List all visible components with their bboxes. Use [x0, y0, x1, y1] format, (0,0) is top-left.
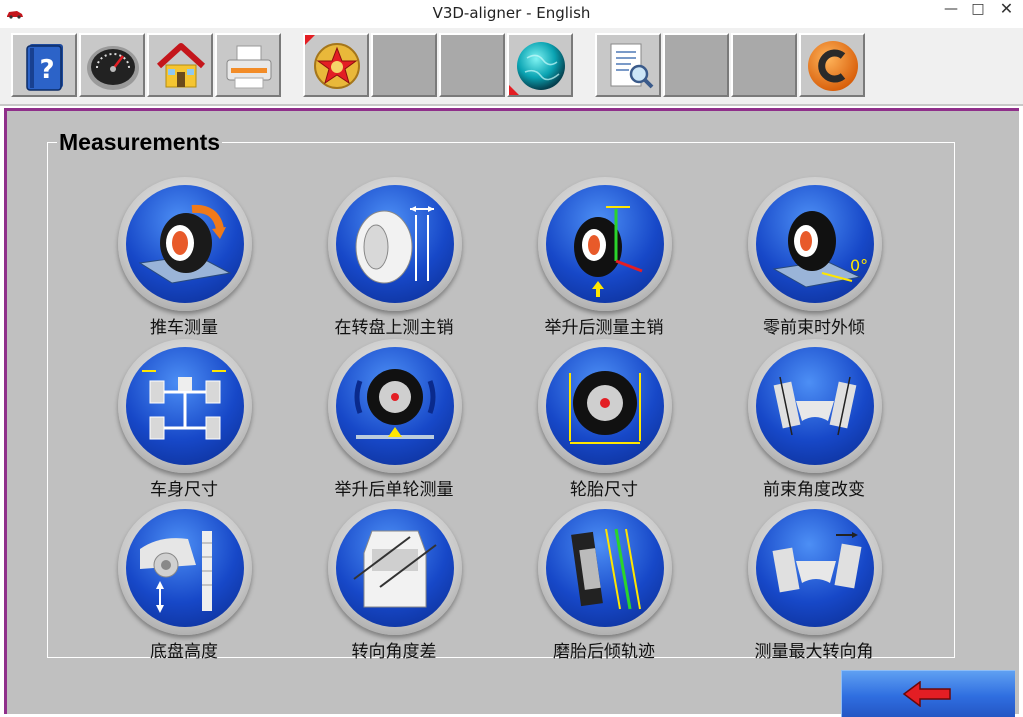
toolbar: ? [0, 28, 1023, 104]
empty-tool-slot [663, 33, 729, 97]
tile-label: 推车测量 [150, 318, 218, 338]
tile-label: 转向角度差 [351, 642, 437, 662]
measure-tile-turntable-kingpin[interactable]: 在转盘上测主销 [289, 177, 499, 339]
dashboard-button[interactable] [79, 33, 145, 97]
tile-label: 前束角度改变 [763, 480, 865, 500]
back-arrow-icon [902, 681, 951, 707]
print-button[interactable] [215, 33, 281, 97]
runout-caster-trace-icon [571, 528, 641, 610]
zero-toe-camber-icon: 0° [772, 211, 868, 288]
tile-label: 在转盘上测主销 [334, 318, 454, 338]
tile-label: 底盘高度 [150, 642, 218, 662]
help-book-icon: ? [26, 44, 63, 91]
measure-tile-toe-change[interactable]: 前束角度改变 [709, 339, 919, 501]
main-panel: Measurements 推车测量 在转盘上测主销 举升后测量主销 0° 零前束… [4, 108, 1019, 717]
title-bar: V3D-aligner - English — □ ✕ [0, 0, 1023, 29]
close-button[interactable]: ✕ [990, 0, 1023, 20]
report-button[interactable] [595, 33, 661, 97]
lifted-single-wheel-icon [354, 369, 436, 439]
measure-tile-max-steer-angle[interactable]: 测量最大转向角 [709, 501, 919, 663]
star-badge-icon [314, 43, 360, 89]
empty-tool-slot [731, 33, 797, 97]
lifted-kingpin-icon [574, 206, 643, 297]
measure-tile-tire-size[interactable]: 轮胎尺寸 [499, 339, 709, 501]
tile-label: 测量最大转向角 [754, 642, 874, 662]
steering-angle-diff-icon [353, 530, 437, 608]
home-icon [156, 43, 206, 88]
svg-text:0°: 0° [850, 256, 868, 275]
maximize-button[interactable]: □ [965, 0, 991, 20]
turntable-kingpin-icon [355, 206, 434, 284]
toolbar-divider [0, 104, 1023, 106]
measure-tile-lifted-kingpin[interactable]: 举升后测量主销 [499, 177, 709, 339]
help-button[interactable]: ? [11, 33, 77, 97]
empty-tool-slot [439, 33, 505, 97]
measure-tile-push-car[interactable]: 推车测量 [79, 177, 289, 339]
measure-tile-lifted-single-wheel[interactable]: 举升后单轮测量 [289, 339, 499, 501]
report-search-icon [610, 43, 654, 89]
globe-button[interactable] [507, 33, 573, 97]
tile-label: 零前束时外倾 [763, 318, 865, 338]
tire-size-icon [569, 371, 641, 444]
svg-text:?: ? [39, 55, 54, 85]
empty-tool-slot [371, 33, 437, 97]
toolbar-group-left: ? [11, 33, 281, 101]
tile-label: 磨胎后倾轨迹 [553, 642, 655, 662]
ride-height-icon [140, 531, 212, 613]
printer-icon [226, 45, 272, 89]
toe-change-icon [773, 376, 857, 436]
measure-tile-zero-toe-camber[interactable]: 0° 零前束时外倾 [709, 177, 919, 339]
tile-label: 轮胎尺寸 [570, 480, 638, 500]
speedometer-icon [87, 46, 139, 90]
tile-label: 车身尺寸 [150, 480, 218, 500]
group-title: Measurements [57, 129, 223, 156]
toolbar-group-middle [303, 33, 573, 101]
c-logo-icon [808, 41, 858, 91]
toolbar-group-right [595, 33, 865, 101]
measure-tile-steering-angle-diff[interactable]: 转向角度差 [289, 501, 499, 663]
badge-button[interactable] [303, 33, 369, 97]
push-car-measure-icon [138, 204, 232, 284]
home-button[interactable] [147, 33, 213, 97]
minimize-button[interactable]: — [938, 0, 964, 20]
tile-label: 举升后单轮测量 [334, 480, 454, 500]
back-button[interactable] [841, 670, 1015, 717]
measure-tile-runout-caster-trace[interactable]: 磨胎后倾轨迹 [499, 501, 709, 663]
measure-tile-body-dimension[interactable]: 车身尺寸 [79, 339, 289, 501]
max-steer-angle-icon [772, 532, 862, 593]
window-title: V3D-aligner - English [432, 4, 591, 22]
tile-label: 举升后测量主销 [544, 318, 664, 338]
body-dimension-icon [142, 370, 226, 440]
globe-icon [517, 42, 565, 90]
measure-tile-ride-height[interactable]: 底盘高度 [79, 501, 289, 663]
c-logo-button[interactable] [799, 33, 865, 97]
